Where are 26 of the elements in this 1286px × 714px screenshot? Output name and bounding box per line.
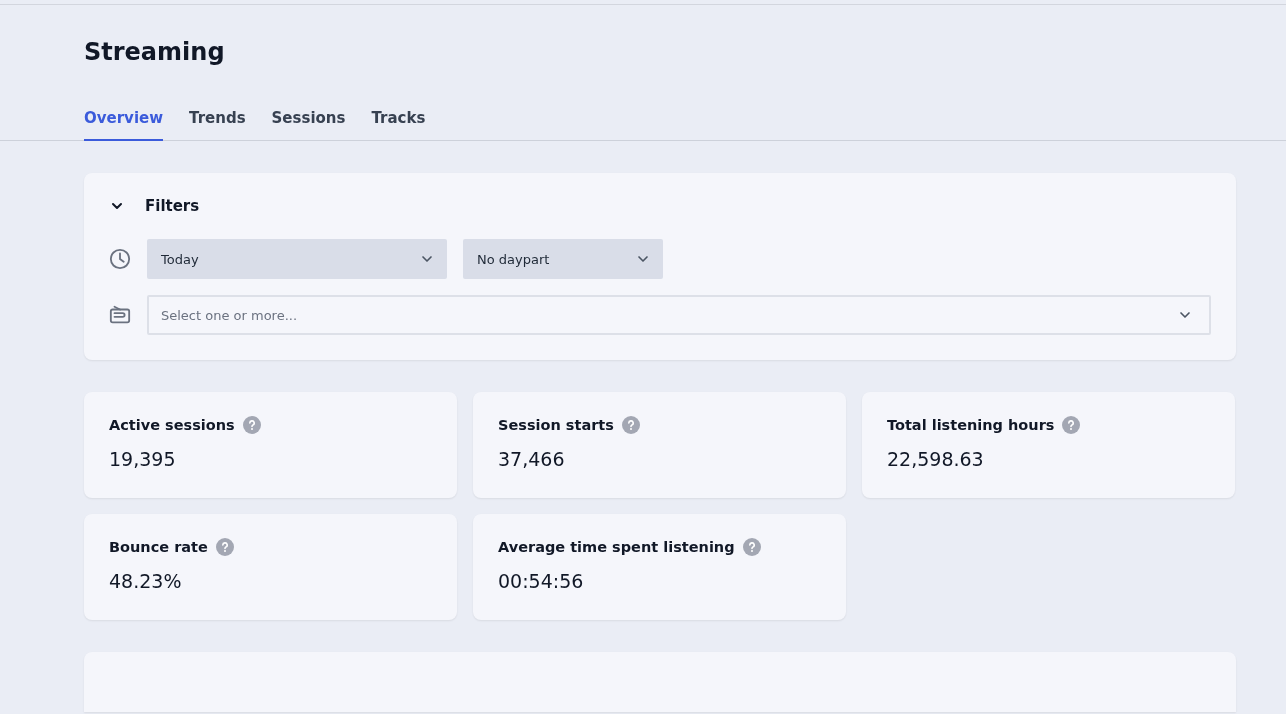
help-icon[interactable] bbox=[242, 416, 261, 434]
help-icon[interactable] bbox=[621, 416, 640, 434]
period-select[interactable]: Today bbox=[147, 239, 447, 279]
help-icon[interactable] bbox=[215, 538, 234, 556]
daypart-select[interactable]: No daypart bbox=[463, 239, 663, 279]
metric-value: 37,466 bbox=[498, 448, 566, 470]
tab[interactable]: Sessions bbox=[271, 109, 346, 141]
metric-label: Session starts bbox=[498, 417, 614, 433]
tab[interactable]: Trends bbox=[189, 109, 246, 141]
tab[interactable]: Tracks bbox=[371, 109, 426, 141]
metric-label: Average time spent listening bbox=[498, 539, 735, 555]
metric-value: 48.23% bbox=[109, 570, 183, 592]
page-title: Streaming bbox=[84, 37, 226, 68]
clock-icon bbox=[109, 248, 131, 270]
metric-value: 22,598.63 bbox=[887, 448, 985, 470]
metric-value: 00:54:56 bbox=[498, 570, 585, 592]
metric-label: Active sessions bbox=[109, 417, 235, 433]
filters-title: Filters bbox=[145, 197, 200, 215]
metric-value: 19,395 bbox=[109, 448, 177, 470]
radio-icon bbox=[109, 304, 131, 326]
help-icon[interactable] bbox=[1062, 416, 1081, 434]
metric-label: Bounce rate bbox=[109, 539, 208, 555]
help-icon[interactable] bbox=[742, 538, 761, 556]
metric-label: Total listening hours bbox=[887, 417, 1055, 433]
tab[interactable]: Overview bbox=[84, 109, 164, 141]
stations-select[interactable]: Select one or more... bbox=[147, 295, 1211, 335]
